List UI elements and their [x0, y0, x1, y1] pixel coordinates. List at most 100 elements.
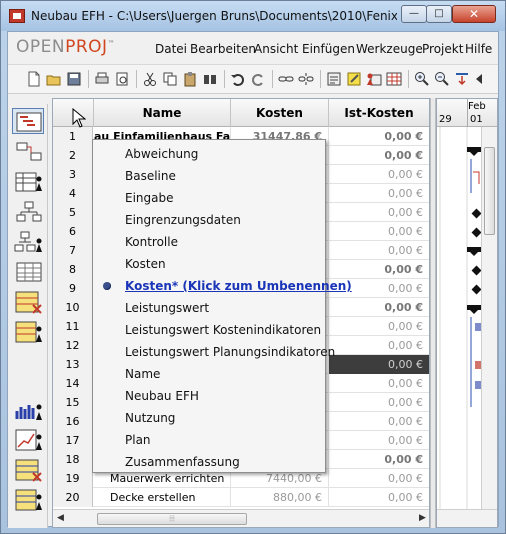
save-icon[interactable] — [66, 71, 82, 87]
scroll-to-task-icon[interactable] — [454, 71, 470, 87]
scroll-right-arrow[interactable]: ▶ — [419, 513, 426, 523]
cell-ist-kosten[interactable]: 0,00 € — [329, 184, 429, 203]
table-grid-icon[interactable] — [386, 71, 402, 87]
cell-ist-kosten[interactable]: 0,00 € — [329, 374, 429, 393]
cell-ist-kosten[interactable]: 0,00 € — [329, 412, 429, 431]
paste-icon[interactable] — [182, 71, 198, 87]
row-number[interactable]: 19 — [53, 469, 93, 488]
row-number[interactable]: 8 — [53, 260, 93, 279]
row-number[interactable]: 14 — [53, 374, 93, 393]
maximize-button[interactable]: □ — [426, 5, 452, 23]
cell-ist-kosten[interactable]: 0,00 € — [329, 336, 429, 355]
scroll-thumb[interactable]: ⦙⦙⦙ — [97, 513, 247, 525]
row-number[interactable]: 6 — [53, 222, 93, 241]
context-menu-item[interactable]: Kontrolle — [94, 231, 324, 253]
wbs-view-button[interactable] — [12, 198, 44, 224]
row-number[interactable]: 13 — [53, 355, 93, 374]
row-number[interactable]: 16 — [53, 412, 93, 431]
context-menu-item[interactable]: Name — [94, 363, 324, 385]
cell-ist-kosten[interactable]: 0,00 € — [329, 469, 429, 488]
unlink-icon[interactable] — [298, 71, 314, 87]
menu-ansicht[interactable]: Ansicht — [254, 42, 298, 56]
cell-ist-kosten[interactable]: 0,00 € — [329, 222, 429, 241]
zoom-out-icon[interactable] — [434, 71, 450, 87]
zoom-in-icon[interactable] — [414, 71, 430, 87]
cell-ist-kosten[interactable]: 0,00 € — [329, 203, 429, 222]
menu-hilfe[interactable]: Hilfe — [465, 42, 492, 56]
scroll-left-arrow[interactable]: ◀ — [57, 513, 64, 523]
gantt-bars[interactable] — [437, 127, 481, 509]
task-info-icon[interactable] — [326, 71, 342, 87]
resource-view-button[interactable] — [12, 168, 44, 194]
row-number[interactable]: 2 — [53, 146, 93, 165]
context-menu-item[interactable]: Baseline — [94, 165, 324, 187]
row-number[interactable]: 18 — [53, 450, 93, 469]
context-menu-item[interactable]: Leistungswert — [94, 297, 324, 319]
context-menu-item[interactable]: Plan — [94, 429, 324, 451]
print-icon[interactable] — [94, 71, 110, 87]
context-menu-item[interactable]: Nutzung — [94, 407, 324, 429]
context-menu-item[interactable]: Kosten* (Klick zum Umbenennen) — [94, 275, 352, 297]
column-header-name[interactable]: Name — [94, 99, 231, 127]
menu-projekt[interactable]: Projekt — [422, 42, 463, 56]
row-number[interactable]: 9 — [53, 279, 93, 298]
cell-ist-kosten[interactable]: 0,00 € — [329, 127, 429, 146]
context-menu-item[interactable]: Kosten — [94, 253, 324, 275]
cell-ist-kosten[interactable]: 0,00 € — [329, 450, 429, 469]
cell-name[interactable]: Decke erstellen — [94, 488, 231, 507]
cell-ist-kosten[interactable]: 0,00 € — [329, 165, 429, 184]
print-preview-icon[interactable] — [114, 71, 130, 87]
close-button[interactable]: ✕ — [452, 5, 496, 23]
cell-ist-kosten[interactable]: 0,00 € — [329, 355, 429, 374]
table-horizontal-scrollbar[interactable]: ◀ ⦙⦙⦙ ▶ — [53, 509, 429, 527]
cell-ist-kosten[interactable]: 0,00 € — [329, 146, 429, 165]
row-number[interactable]: 17 — [53, 431, 93, 450]
resource-usage-detail-button[interactable] — [12, 486, 44, 512]
cell-ist-kosten[interactable]: 0,00 € — [329, 241, 429, 260]
copy-icon[interactable] — [162, 71, 178, 87]
menu-bearbeiten[interactable]: Bearbeiten — [190, 42, 256, 56]
row-number[interactable]: 12 — [53, 336, 93, 355]
filter-icon[interactable] — [474, 71, 490, 87]
app-icon[interactable] — [9, 9, 25, 23]
row-number[interactable]: 5 — [53, 203, 93, 222]
link-icon[interactable] — [278, 71, 294, 87]
project-view-button[interactable] — [12, 258, 44, 284]
cell-ist-kosten[interactable]: 0,00 € — [329, 298, 429, 317]
context-menu-item[interactable]: Neubau EFH — [94, 385, 324, 407]
row-number[interactable]: 15 — [53, 393, 93, 412]
context-menu-item[interactable]: Zusammenfassung — [94, 451, 324, 473]
column-header-ist-kosten[interactable]: Ist-Kosten — [329, 99, 429, 127]
cell-ist-kosten[interactable]: 0,00 € — [329, 317, 429, 336]
row-number[interactable]: 10 — [53, 298, 93, 317]
column-header-kosten[interactable]: Kosten — [231, 99, 329, 127]
notes-icon[interactable] — [346, 71, 362, 87]
resource-usage-view-button[interactable] — [12, 318, 44, 344]
context-menu-item[interactable]: Leistungswert Kostenindikatoren — [94, 319, 324, 341]
menu-werkzeuge[interactable]: Werkzeuge — [356, 42, 423, 56]
row-number[interactable]: 1 — [53, 127, 93, 146]
task-usage-detail-button[interactable] — [12, 456, 44, 482]
row-number[interactable]: 7 — [53, 241, 93, 260]
find-icon[interactable] — [202, 71, 218, 87]
table-row[interactable]: 20 Decke erstellen 880,00 €0,00 € — [53, 488, 429, 507]
cell-kosten[interactable]: 880,00 € — [231, 488, 329, 507]
assign-resources-icon[interactable] — [366, 71, 382, 87]
network-view-button[interactable] — [12, 138, 44, 164]
cell-ist-kosten[interactable]: 0,00 € — [329, 488, 429, 507]
gantt-horizontal-scrollbar[interactable] — [437, 509, 497, 527]
gantt-view-button[interactable] — [12, 108, 44, 134]
context-menu-item[interactable]: Eingabe — [94, 187, 324, 209]
row-number[interactable]: 4 — [53, 184, 93, 203]
resource-chart-view-button[interactable] — [12, 396, 44, 422]
cell-ist-kosten[interactable]: 0,00 € — [329, 393, 429, 412]
context-menu-item[interactable]: Leistungswert Planungsindikatoren — [94, 341, 335, 363]
task-usage-view-button[interactable] — [12, 288, 44, 314]
context-menu-item[interactable]: Abweichung — [94, 143, 324, 165]
menu-datei[interactable]: Datei — [155, 42, 187, 56]
row-number[interactable]: 20 — [53, 488, 93, 507]
menu-einfuegen[interactable]: Einfügen — [302, 42, 355, 56]
title-bar[interactable]: Neubau EFH - C:\Users\Juergen Bruns\Docu… — [1, 1, 505, 31]
context-menu-item[interactable]: Eingrenzungsdaten — [94, 209, 324, 231]
new-file-icon[interactable] — [26, 71, 42, 87]
